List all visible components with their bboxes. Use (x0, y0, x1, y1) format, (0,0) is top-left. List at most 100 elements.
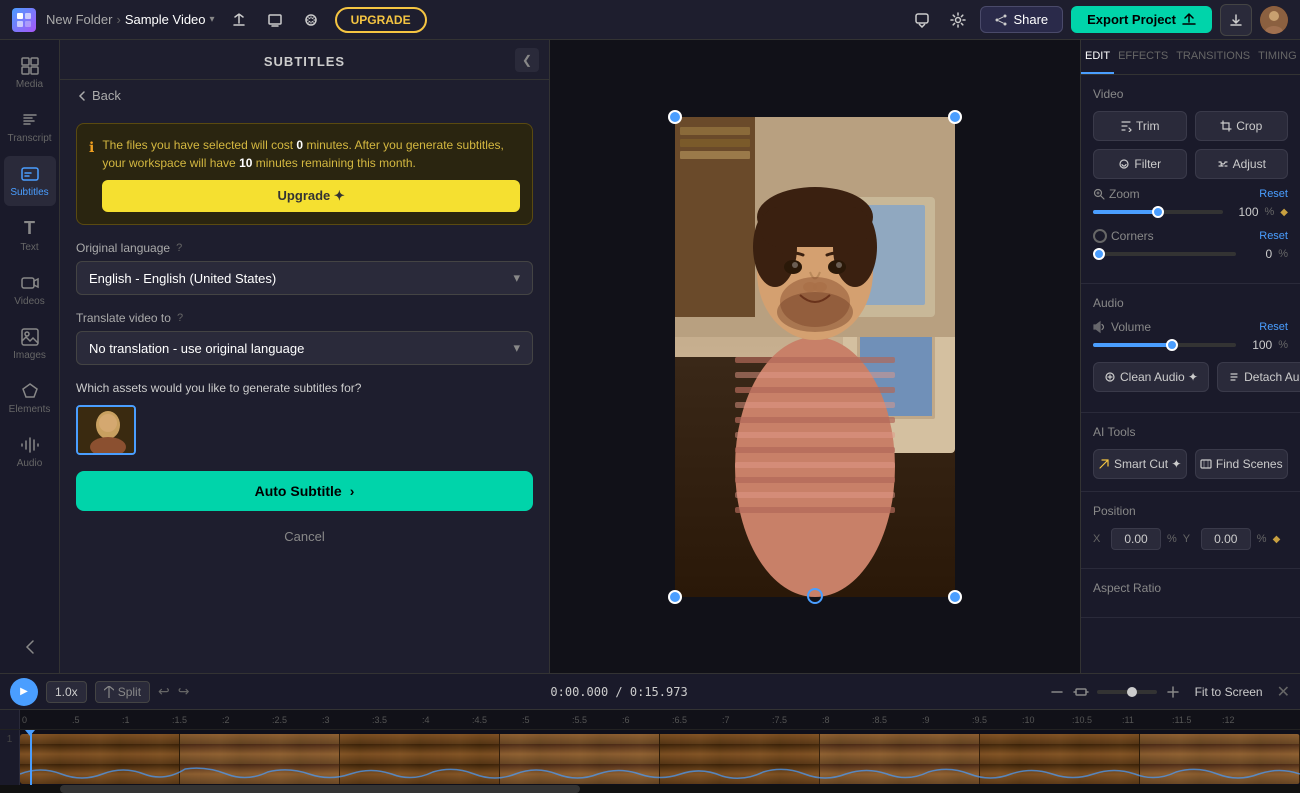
volume-slider-track[interactable] (1093, 343, 1236, 347)
timeline-controls: ▶ 1.0x Split ↩ ↪ 0:00.000 / 0:15.973 (0, 674, 1300, 710)
settings-button[interactable] (944, 6, 972, 34)
subtitles-content: ℹ The files you have selected will cost … (60, 111, 549, 673)
subtitles-panel: SUBTITLES ❮ Back ℹ The files you have se… (60, 40, 550, 673)
comments-button[interactable] (908, 6, 936, 34)
trim-button[interactable]: Trim (1093, 111, 1187, 141)
back-button[interactable]: Back (60, 80, 549, 111)
sidebar-item-audio[interactable]: Audio (4, 427, 56, 477)
original-language-help-icon[interactable]: ? (176, 242, 182, 254)
tab-edit[interactable]: EDIT (1081, 40, 1114, 74)
magic-button[interactable] (297, 6, 325, 34)
sidebar-item-elements[interactable]: Elements (4, 373, 56, 423)
translate-section: Translate video to ? No translation - us… (76, 311, 533, 365)
video-track[interactable] (20, 734, 1300, 784)
zoom-label: Zoom (1093, 187, 1140, 201)
right-panel: EDIT EFFECTS TRANSITIONS TIMING Video Tr… (1080, 40, 1300, 673)
video-area (550, 40, 1080, 673)
ai-tools-title: AI Tools (1093, 425, 1288, 439)
track-number: 1 (0, 730, 20, 785)
rotate-handle[interactable] (807, 588, 823, 604)
corners-slider-track[interactable] (1093, 252, 1236, 256)
timeline-area: ▶ 1.0x Split ↩ ↪ 0:00.000 / 0:15.973 (0, 673, 1300, 793)
filename-dropdown-arrow[interactable]: ▾ (210, 14, 215, 25)
resize-handle-bl[interactable] (668, 590, 682, 604)
sidebar-item-subtitles[interactable]: Subtitles (4, 156, 56, 206)
user-avatar[interactable] (1260, 6, 1288, 34)
position-keyframe[interactable]: ◆ (1273, 534, 1281, 545)
track-content (20, 730, 1300, 785)
detach-audio-button[interactable]: Detach Audio (1217, 362, 1300, 392)
collapse-panel-button[interactable]: ❮ (515, 48, 539, 72)
timeline-ruler: 0 .5 :1 :1.5 :2 :2.5 :3 :3.5 :4 :4.5 :5 … (0, 710, 1300, 730)
timeline-fit-button[interactable] (1073, 684, 1089, 700)
sidebar-item-videos[interactable]: Videos (4, 265, 56, 315)
play-button[interactable]: ▶ (10, 678, 38, 706)
fit-screen-button[interactable]: Fit to Screen (1189, 682, 1269, 702)
upgrade-yellow-button[interactable]: Upgrade ✦ (102, 180, 520, 212)
zoom-slider-track[interactable] (1093, 210, 1223, 214)
upgrade-button[interactable]: UPGRADE (335, 7, 427, 33)
smart-cut-button[interactable]: Smart Cut ✦ (1093, 449, 1187, 479)
sidebar-item-media[interactable]: Media (4, 48, 56, 98)
resize-handle-tl[interactable] (668, 110, 682, 124)
resize-handle-br[interactable] (948, 590, 962, 604)
playhead[interactable] (30, 730, 32, 785)
preview-button[interactable] (261, 6, 289, 34)
tab-effects[interactable]: EFFECTS (1114, 40, 1172, 74)
share-button[interactable]: Share (980, 6, 1063, 33)
corners-circle-icon (1093, 229, 1107, 243)
zoom-slider-mini[interactable] (1097, 690, 1157, 694)
original-language-dropdown-arrow: ▾ (513, 270, 520, 286)
pos-x-value[interactable]: 0.00 (1111, 528, 1161, 550)
adjust-button[interactable]: Adjust (1195, 149, 1289, 179)
subtitles-header: SUBTITLES ❮ (60, 40, 549, 80)
split-button[interactable]: Split (95, 681, 150, 703)
zoom-value: 100 (1229, 205, 1259, 219)
corners-label: Corners (1093, 229, 1154, 243)
corners-reset[interactable]: Reset (1259, 230, 1288, 242)
sidebar-item-collapse[interactable] (4, 629, 56, 665)
tab-timing[interactable]: TIMING (1254, 40, 1300, 74)
translate-label: Translate video to ? (76, 311, 533, 325)
auto-subtitle-button[interactable]: Auto Subtitle › (76, 471, 533, 511)
sidebar-item-text[interactable]: T Text (4, 210, 56, 261)
person-svg (675, 117, 955, 597)
zoom-reset[interactable]: Reset (1259, 188, 1288, 200)
translate-select[interactable]: No translation - use original language ▾ (76, 331, 533, 365)
timeline-scrollbar[interactable] (0, 785, 1300, 793)
sidebar-item-images[interactable]: Images (4, 319, 56, 369)
asset-thumbnail[interactable] (76, 405, 136, 455)
redo-button[interactable]: ↪ (178, 683, 190, 700)
folder-name[interactable]: New Folder (46, 12, 112, 27)
translate-help-icon[interactable]: ? (177, 312, 183, 324)
app-logo (12, 8, 36, 32)
upload-button[interactable] (225, 6, 253, 34)
find-scenes-button[interactable]: Find Scenes (1195, 449, 1289, 479)
export-button[interactable]: Export Project (1071, 6, 1212, 33)
sidebar-item-transcript[interactable]: Transcript (4, 102, 56, 152)
corners-value: 0 (1242, 247, 1272, 261)
right-tabs: EDIT EFFECTS TRANSITIONS TIMING (1081, 40, 1300, 75)
pos-y-value[interactable]: 0.00 (1201, 528, 1251, 550)
cancel-button[interactable]: Cancel (76, 519, 533, 554)
aspect-ratio-section: Aspect Ratio (1081, 569, 1300, 618)
file-name[interactable]: Sample Video (125, 12, 206, 27)
clean-audio-button[interactable]: Clean Audio ✦ (1093, 362, 1209, 392)
timeline-zoom-in-button[interactable] (1165, 684, 1181, 700)
topbar: New Folder › Sample Video ▾ UPGRADE Shar… (0, 0, 1300, 40)
speed-button[interactable]: 1.0x (46, 681, 87, 703)
audio-section: Audio Volume Reset 100 % (1081, 284, 1300, 413)
original-language-select[interactable]: English - English (United States) ▾ (76, 261, 533, 295)
tab-transitions[interactable]: TRANSITIONS (1172, 40, 1254, 74)
crop-button[interactable]: Crop (1195, 111, 1289, 141)
filter-button[interactable]: Filter (1093, 149, 1187, 179)
timeline-zoom-out-button[interactable] (1049, 684, 1065, 700)
close-timeline-button[interactable]: ✕ (1277, 682, 1290, 702)
undo-button[interactable]: ↩ (158, 683, 170, 700)
pos-y-label: Y (1183, 533, 1195, 545)
resize-handle-tr[interactable] (948, 110, 962, 124)
zoom-keyframe[interactable]: ◆ (1280, 207, 1288, 218)
volume-reset[interactable]: Reset (1259, 321, 1288, 333)
download-button[interactable] (1220, 4, 1252, 36)
video-section: Video Trim Crop Filter Adjust (1081, 75, 1300, 284)
